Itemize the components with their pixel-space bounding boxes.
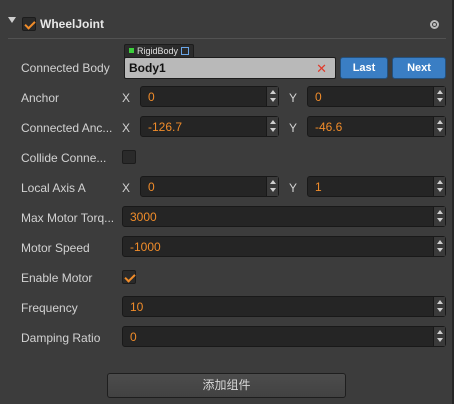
local-axis-a-label: Local Axis A bbox=[21, 181, 86, 195]
damping-ratio-stepper[interactable] bbox=[433, 327, 445, 346]
component-enabled-checkbox[interactable] bbox=[22, 17, 36, 31]
connected-anchor-x-stepper[interactable] bbox=[266, 117, 278, 136]
frequency-value: 10 bbox=[130, 300, 144, 314]
node-status-icon bbox=[129, 48, 134, 53]
local-axis-a-x-value: 0 bbox=[148, 180, 155, 194]
local-axis-a-x-stepper[interactable] bbox=[266, 177, 278, 196]
local-axis-a-y-value: 1 bbox=[315, 180, 322, 194]
frequency-label: Frequency bbox=[21, 301, 78, 315]
connected-body-label: Connected Body bbox=[21, 61, 110, 75]
connected-anchor-y-field[interactable]: -46.6 bbox=[307, 116, 446, 137]
gear-icon[interactable] bbox=[430, 20, 439, 29]
max-motor-torque-stepper[interactable] bbox=[433, 207, 445, 226]
max-motor-torque-value: 3000 bbox=[130, 210, 157, 224]
anchor-label: Anchor bbox=[21, 91, 60, 105]
anchor-x-stepper[interactable] bbox=[266, 87, 278, 106]
collide-connected-checkbox[interactable] bbox=[122, 150, 136, 164]
rigidbody-type-tag[interactable]: RigidBody bbox=[124, 44, 195, 58]
motor-speed-field[interactable]: -1000 bbox=[122, 236, 446, 257]
collide-connected-label: Collide Conne... bbox=[21, 151, 107, 165]
connected-anchor-x-field[interactable]: -126.7 bbox=[140, 116, 279, 137]
max-motor-torque-field[interactable]: 3000 bbox=[122, 206, 446, 227]
anchor-x-field[interactable]: 0 bbox=[140, 86, 279, 107]
enable-motor-checkbox[interactable] bbox=[122, 270, 136, 284]
header-divider bbox=[8, 38, 446, 39]
max-motor-torque-label: Max Motor Torq... bbox=[21, 211, 115, 225]
next-button[interactable]: Next bbox=[392, 57, 446, 79]
clear-icon[interactable]: ✕ bbox=[316, 61, 327, 77]
motor-speed-label: Motor Speed bbox=[21, 241, 90, 255]
local-axis-a-y-stepper[interactable] bbox=[433, 177, 445, 196]
connected-anchor-y-value: -46.6 bbox=[315, 120, 343, 134]
anchor-x-axis-label: X bbox=[122, 91, 131, 105]
connected-anchor-y-stepper[interactable] bbox=[433, 117, 445, 136]
local-axis-a-x-field[interactable]: 0 bbox=[140, 176, 279, 197]
local-axis-a-y-axis-label: Y bbox=[289, 181, 298, 195]
local-axis-a-x-axis-label: X bbox=[122, 181, 131, 195]
external-link-icon[interactable] bbox=[181, 47, 190, 55]
motor-speed-value: -1000 bbox=[130, 240, 161, 254]
component-title: WheelJoint bbox=[40, 17, 105, 31]
collapse-arrow-icon[interactable] bbox=[8, 17, 16, 23]
anchor-y-field[interactable]: 0 bbox=[307, 86, 446, 107]
anchor-y-axis-label: Y bbox=[289, 91, 298, 105]
connected-anchor-y-axis-label: Y bbox=[289, 121, 298, 135]
last-button[interactable]: Last bbox=[340, 57, 388, 79]
damping-ratio-field[interactable]: 0 bbox=[122, 326, 446, 347]
component-header[interactable]: WheelJoint bbox=[0, 12, 452, 36]
damping-ratio-value: 0 bbox=[130, 330, 137, 344]
inspector-panel: WheelJoint Connected Body RigidBody Body… bbox=[0, 0, 454, 404]
anchor-y-value: 0 bbox=[315, 90, 322, 104]
connected-anchor-x-value: -126.7 bbox=[148, 120, 183, 134]
anchor-x-value: 0 bbox=[148, 90, 155, 104]
type-tag-label: RigidBody bbox=[137, 46, 179, 56]
anchor-y-stepper[interactable] bbox=[433, 87, 445, 106]
damping-ratio-label: Damping Ratio bbox=[21, 331, 101, 345]
connected-body-value: Body1 bbox=[129, 61, 166, 75]
enable-motor-label: Enable Motor bbox=[21, 271, 93, 285]
local-axis-a-y-field[interactable]: 1 bbox=[307, 176, 446, 197]
add-component-button[interactable]: 添加组件 bbox=[107, 373, 346, 398]
frequency-stepper[interactable] bbox=[433, 297, 445, 316]
connected-body-field[interactable]: Body1 ✕ bbox=[124, 57, 336, 79]
connected-anchor-label: Connected Anc... bbox=[21, 121, 113, 135]
motor-speed-stepper[interactable] bbox=[433, 237, 445, 256]
frequency-field[interactable]: 10 bbox=[122, 296, 446, 317]
connected-anchor-x-axis-label: X bbox=[122, 121, 131, 135]
